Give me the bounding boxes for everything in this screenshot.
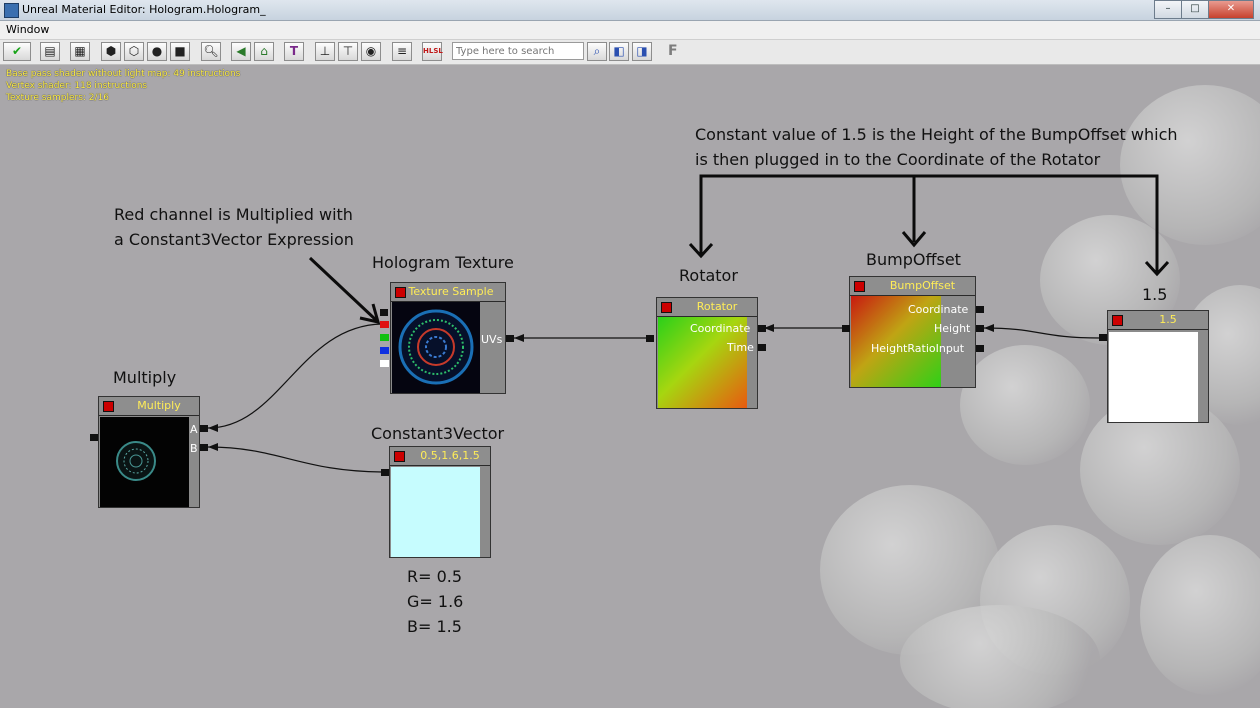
- node-title: Multiply: [137, 399, 181, 412]
- node-title: Texture Sample: [408, 285, 494, 298]
- rotator-label: Rotator: [679, 266, 738, 285]
- node-title: Rotator: [696, 300, 738, 313]
- rotator-time-pin[interactable]: [758, 344, 766, 351]
- node-collapse-toggle[interactable]: [661, 302, 672, 313]
- node-title: 0.5,1.6,1.5: [420, 449, 480, 462]
- uvs-input-label: UVs: [481, 333, 503, 346]
- node-title: 1.5: [1159, 313, 1177, 326]
- green-channel-pin[interactable]: [380, 334, 389, 341]
- bumpoffset-node[interactable]: BumpOffset Coordinate Height HeightRatio…: [849, 276, 976, 388]
- node-header[interactable]: Rotator: [657, 298, 757, 317]
- rgb-output-pin[interactable]: [380, 309, 388, 316]
- node-collapse-toggle[interactable]: [394, 451, 405, 462]
- multiply-a-pin[interactable]: [200, 425, 208, 432]
- constant-value-label: 1.5: [1142, 285, 1168, 304]
- multiply-note-line: a Constant3Vector Expression: [114, 230, 354, 249]
- time-input-label: Time: [727, 341, 754, 354]
- bumpoffset-heightratio-pin[interactable]: [976, 345, 984, 352]
- wire-arrowhead: [208, 443, 218, 451]
- wire-red-to-multiply-a: [207, 323, 385, 429]
- coordinate-input-label: Coordinate: [690, 322, 751, 335]
- node-header[interactable]: Multiply: [99, 397, 199, 416]
- hologram-texture-label: Hologram Texture: [372, 253, 514, 272]
- wire-constant-to-height: [983, 327, 1101, 339]
- multiply-result-image: [116, 441, 156, 481]
- height-ratio-input-label: HeightRatioInput: [871, 342, 965, 355]
- node-header[interactable]: Texture Sample: [391, 283, 505, 302]
- multiply-note-line: Red channel is Multiplied with: [114, 205, 353, 224]
- node-collapse-toggle[interactable]: [1112, 315, 1123, 326]
- annotation-arrow-red-channel: [308, 256, 378, 322]
- texture-sample-node[interactable]: Texture Sample UVs: [390, 282, 506, 394]
- alpha-channel-pin[interactable]: [380, 360, 389, 367]
- bumpoffset-coordinate-pin[interactable]: [976, 306, 984, 313]
- height-input-label: Height: [934, 322, 971, 335]
- multiply-note: Red channel is Multiplied with a Constan…: [114, 202, 354, 252]
- red-channel-pin[interactable]: [380, 321, 389, 328]
- constant3vector-label: Constant3Vector: [371, 424, 505, 443]
- multiply-label: Multiply: [113, 368, 177, 387]
- constant-node[interactable]: 1.5: [1107, 310, 1209, 423]
- multiply-b-pin[interactable]: [200, 444, 208, 451]
- rgb-values: R= 0.5 G= 1.6 B= 1.5: [407, 564, 463, 639]
- coordinate-input-label: Coordinate: [908, 303, 969, 316]
- node-header[interactable]: 0.5,1.6,1.5: [390, 447, 490, 466]
- graph-wires: [207, 174, 1170, 473]
- wire-arrowhead: [514, 334, 524, 342]
- wire-arrowhead: [208, 424, 218, 432]
- height-note: Constant value of 1.5 is the Height of t…: [695, 122, 1178, 172]
- constant3vector-preview: [391, 467, 480, 557]
- blue-channel-pin[interactable]: [380, 347, 389, 354]
- bumpoffset-output-pin[interactable]: [842, 325, 850, 332]
- b-value: B= 1.5: [407, 617, 462, 636]
- g-value: G= 1.6: [407, 592, 464, 611]
- height-note-line: is then plugged in to the Coordinate of …: [695, 150, 1101, 169]
- uvs-input-pin[interactable]: [506, 335, 514, 342]
- bumpoffset-label: BumpOffset: [866, 250, 961, 269]
- node-header[interactable]: 1.5: [1108, 311, 1208, 330]
- node-header[interactable]: BumpOffset: [850, 277, 975, 296]
- node-title: BumpOffset: [889, 279, 956, 292]
- constant-preview: [1109, 332, 1198, 422]
- node-collapse-toggle[interactable]: [854, 281, 865, 292]
- constant3vector-node[interactable]: 0.5,1.6,1.5: [389, 446, 491, 558]
- rotator-node[interactable]: Rotator Coordinate Time: [656, 297, 758, 409]
- bumpoffset-height-pin[interactable]: [976, 325, 984, 332]
- node-collapse-toggle[interactable]: [103, 401, 114, 412]
- multiply-output-pin[interactable]: [90, 434, 98, 441]
- wire-c3v-to-multiply-b: [207, 446, 387, 473]
- hologram-texture-image: [398, 309, 474, 385]
- height-note-line: Constant value of 1.5 is the Height of t…: [695, 125, 1178, 144]
- multiply-node[interactable]: Multiply A B: [98, 396, 200, 508]
- wire-arrowhead: [984, 324, 994, 332]
- b-input-label: B: [190, 442, 198, 455]
- a-input-label: A: [190, 423, 198, 436]
- constant3vector-output-pin[interactable]: [381, 469, 389, 476]
- constant-output-pin[interactable]: [1099, 334, 1107, 341]
- rotator-output-pin[interactable]: [646, 335, 654, 342]
- rotator-coordinate-pin[interactable]: [758, 325, 766, 332]
- r-value: R= 0.5: [407, 567, 463, 586]
- texture-preview: [392, 302, 480, 393]
- multiply-preview: [100, 417, 189, 507]
